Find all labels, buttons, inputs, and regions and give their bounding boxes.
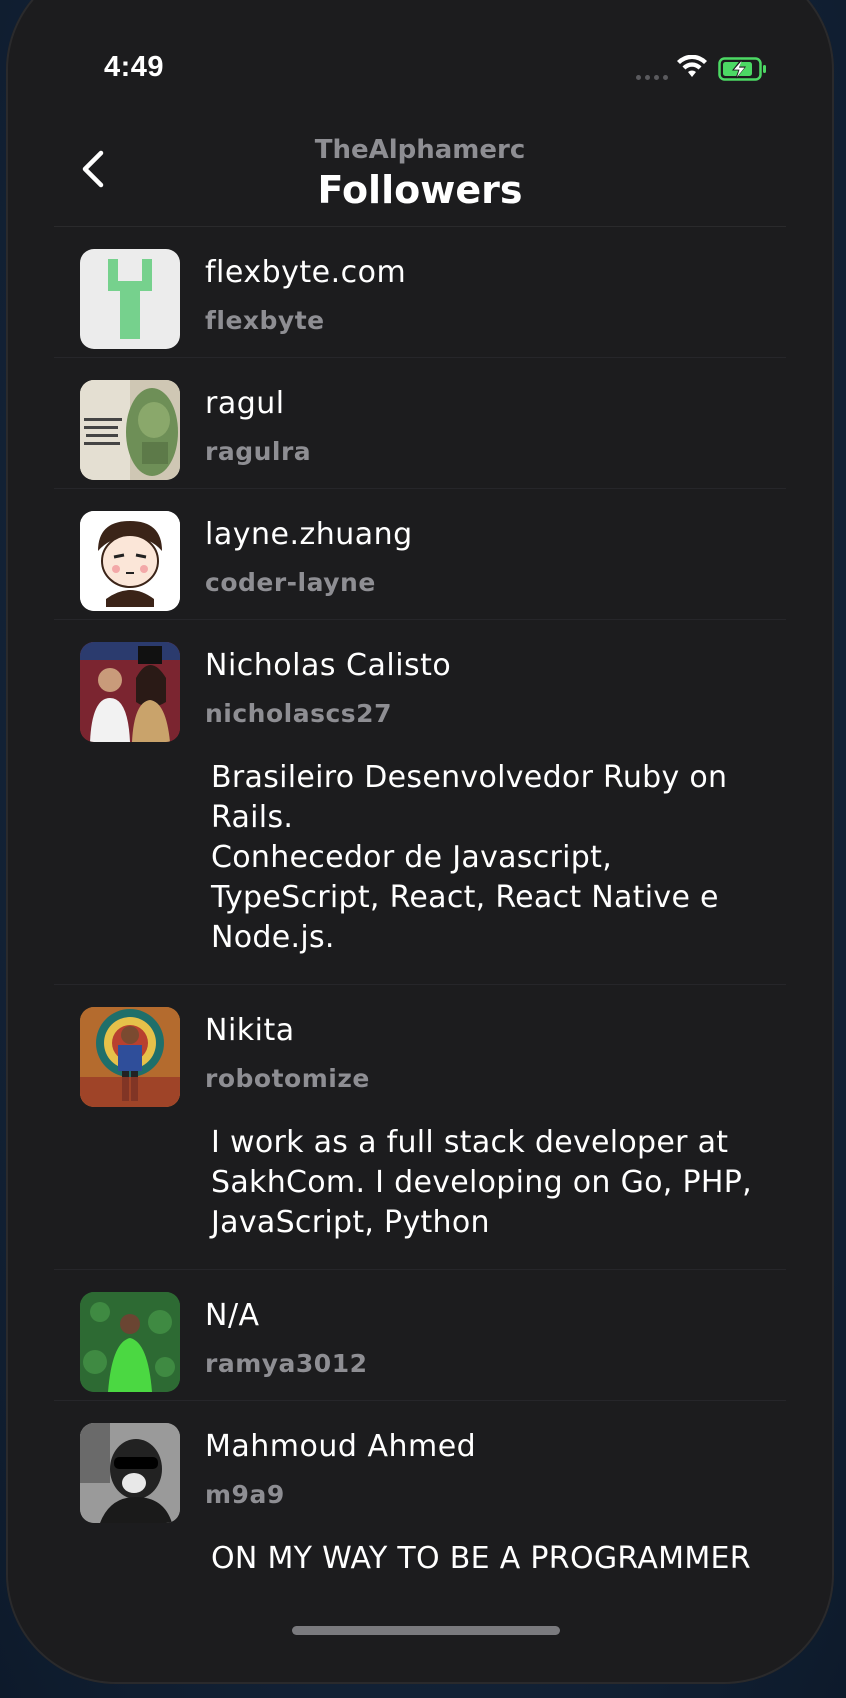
- follower-name: Nicholas Calisto: [205, 648, 452, 683]
- home-indicator[interactable]: [292, 1626, 560, 1635]
- follower-name: ragul: [205, 386, 285, 421]
- follower-login: ragulra: [205, 437, 312, 466]
- avatar: [80, 511, 180, 611]
- list-item[interactable]: Nikita robotomize I work as a full stack…: [54, 985, 786, 1270]
- list-item[interactable]: ragul ragulra: [54, 358, 786, 489]
- list-item[interactable]: Mahmoud Ahmed m9a9 ON MY WAY TO BE A PRO…: [54, 1401, 786, 1605]
- avatar: [80, 249, 180, 349]
- phone-screen: 4:49 TheAlphamerc Followers flexbyte.com…: [6, 0, 834, 1684]
- avatar: [80, 1423, 180, 1523]
- avatar: [80, 1292, 180, 1392]
- header-subtitle: TheAlphamerc: [314, 135, 526, 165]
- follower-login: nicholascs27: [205, 699, 392, 728]
- avatar: [80, 642, 180, 742]
- wifi-icon: [677, 55, 707, 77]
- follower-name: flexbyte.com: [205, 255, 407, 290]
- followers-list: flexbyte.com flexbyte ragul ragulra layn…: [6, 226, 834, 1605]
- follower-login: robotomize: [205, 1064, 370, 1093]
- follower-name: Nikita: [205, 1013, 295, 1048]
- follower-bio: I work as a full stack developer at Sakh…: [211, 1125, 752, 1240]
- follower-name: N/A: [205, 1298, 260, 1333]
- follower-login: m9a9: [205, 1480, 285, 1509]
- cellular-signal-icon: [636, 75, 668, 80]
- list-item[interactable]: flexbyte.com flexbyte: [54, 227, 786, 358]
- list-item[interactable]: Nicholas Calisto nicholascs27 Brasileiro…: [54, 620, 786, 985]
- avatar: [80, 1007, 180, 1107]
- status-bar: 4:49: [6, 0, 834, 83]
- battery-charging-icon: [718, 57, 766, 81]
- follower-name: Mahmoud Ahmed: [205, 1429, 477, 1464]
- status-time: 4:49: [104, 51, 165, 83]
- follower-login: coder-layne: [205, 568, 376, 597]
- avatar: [80, 380, 180, 480]
- list-item[interactable]: N/A ramya3012: [54, 1270, 786, 1401]
- follower-login: flexbyte: [205, 306, 325, 335]
- page-title: Followers: [317, 168, 523, 212]
- follower-bio: Brasileiro Desenvolvedor Ruby on Rails. …: [211, 760, 728, 955]
- follower-bio: ON MY WAY TO BE A PROGRAMMER: [211, 1541, 751, 1576]
- list-item[interactable]: layne.zhuang coder-layne: [54, 489, 786, 620]
- nav-header: TheAlphamerc Followers: [6, 130, 834, 226]
- follower-name: layne.zhuang: [205, 517, 413, 552]
- follower-login: ramya3012: [205, 1349, 368, 1378]
